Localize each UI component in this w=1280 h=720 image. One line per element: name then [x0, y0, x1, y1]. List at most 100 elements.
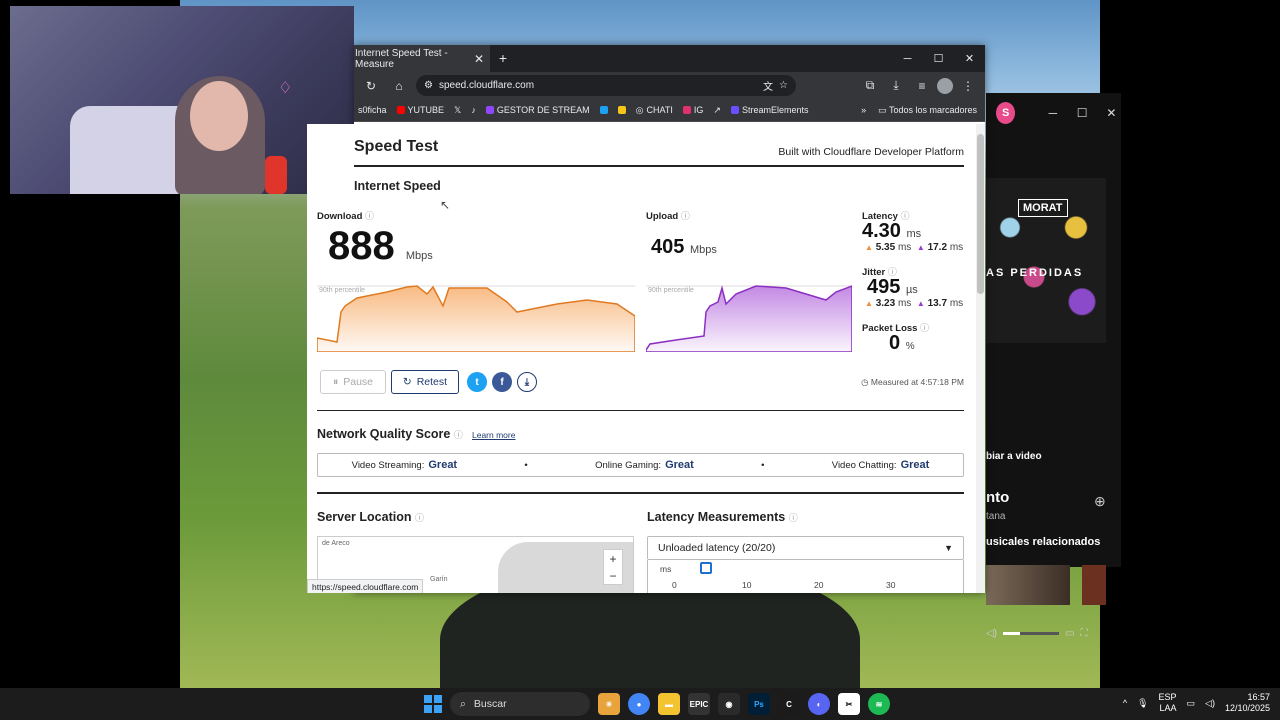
- packet-loss-value: 0 %: [889, 332, 915, 354]
- more-bookmarks-icon[interactable]: »: [861, 105, 866, 116]
- nqs-heading: Network Quality Score ⓘ: [317, 427, 463, 441]
- axis-tick: 30: [886, 580, 896, 590]
- volume-icon[interactable]: ◁): [1205, 698, 1215, 709]
- bookmark-item[interactable]: [617, 106, 626, 114]
- download-value: 888 Mbps: [328, 224, 433, 268]
- latency-loaded: ▲ 5.35 ms ▲ 17.2 ms: [865, 242, 964, 253]
- minimize-icon[interactable]: ─: [1043, 106, 1062, 120]
- all-bookmarks[interactable]: ▭ Todos los marcadores: [878, 105, 977, 116]
- bookmark-item[interactable]: s0ficha: [358, 105, 387, 115]
- learn-more-link[interactable]: Learn more: [472, 430, 515, 440]
- tab-close-icon[interactable]: ✕: [474, 52, 484, 66]
- file-explorer-icon[interactable]: ▬: [658, 693, 680, 715]
- bookmark-item[interactable]: ◎ CHATI: [636, 105, 673, 116]
- scroll-thumb[interactable]: [977, 134, 984, 294]
- x-bookmark-icon[interactable]: 𝕏: [454, 105, 461, 116]
- chevron-up-icon[interactable]: ^: [1123, 698, 1127, 708]
- jitter-loaded: ▲ 3.23 ms ▲ 13.7 ms: [865, 298, 964, 309]
- bookmark-item[interactable]: [599, 106, 608, 114]
- download-results-icon[interactable]: ⤓: [517, 372, 537, 392]
- app-c-icon[interactable]: C: [778, 693, 800, 715]
- album-title: AS PERDIDAS: [986, 267, 1084, 279]
- related-video-thumb[interactable]: [1082, 565, 1106, 605]
- spotify-titlebar: S ─ ☐ ✕: [986, 93, 1121, 133]
- latency-value: 4.30 ms: [862, 220, 922, 242]
- maximize-icon[interactable]: ☐: [1073, 106, 1092, 120]
- chevron-down-icon: ▼: [944, 543, 953, 553]
- measured-at: ◷ Measured at 4:57:18 PM: [861, 377, 964, 387]
- upload-value: 405 Mbps: [651, 236, 717, 258]
- capcut-icon[interactable]: ✂: [838, 693, 860, 715]
- zoom-in-icon[interactable]: +: [609, 552, 616, 566]
- taskbar: ⌕ Buscar ☀ ● ▬ EPIC ◉ Ps C ◐ ✂ ≋ ^ 🎙 ESP L…: [0, 688, 1280, 720]
- bookmark-item[interactable]: YUTUBE: [396, 105, 444, 115]
- taskbar-search[interactable]: ⌕ Buscar: [450, 692, 590, 716]
- chart-bookmark-icon[interactable]: ↗: [713, 105, 721, 116]
- bookmark-item[interactable]: GESTOR DE STREAM: [485, 105, 590, 115]
- microphone-icon[interactable]: 🎙: [1137, 698, 1148, 709]
- menu-icon[interactable]: ⋮: [957, 79, 979, 93]
- volume-slider[interactable]: [1003, 631, 1060, 635]
- latency-type-select[interactable]: Unloaded latency (20/20) ▼: [647, 536, 964, 560]
- new-tab-icon[interactable]: +: [490, 45, 516, 72]
- related-video-thumb[interactable]: [986, 565, 1070, 605]
- maximize-icon[interactable]: ☐: [923, 52, 954, 65]
- bookmark-item[interactable]: IG: [682, 105, 703, 115]
- chrome-icon[interactable]: ●: [628, 693, 650, 715]
- network-icon[interactable]: ▭: [1187, 698, 1196, 709]
- translate-icon[interactable]: 文: [763, 78, 773, 93]
- pause-button[interactable]: ⏸ Pause: [320, 370, 386, 394]
- nqs-item: Video Streaming: Great: [351, 459, 458, 471]
- obs-icon[interactable]: ◉: [718, 693, 740, 715]
- switch-to-video-button[interactable]: biar a video: [986, 451, 1042, 462]
- search-icon: ⌕: [460, 697, 466, 710]
- bookmark-star-icon[interactable]: ☆: [779, 80, 796, 91]
- site-info-icon[interactable]: ⚙: [424, 80, 433, 91]
- photoshop-icon[interactable]: Ps: [748, 693, 770, 715]
- close-icon[interactable]: ✕: [954, 52, 985, 65]
- track-artist[interactable]: tana: [986, 511, 1005, 522]
- weather-widget-icon[interactable]: ☀: [598, 693, 620, 715]
- media-icon[interactable]: ≡: [911, 79, 933, 93]
- address-bar[interactable]: ⚙ speed.cloudflare.com 文 ☆: [416, 75, 796, 96]
- clock[interactable]: 16:57 12/10/2025: [1225, 692, 1270, 714]
- separator-dot: •: [761, 459, 765, 471]
- pause-icon: ⏸: [332, 375, 339, 388]
- download-icon[interactable]: ⤓: [885, 78, 907, 93]
- spotify-icon[interactable]: ≋: [868, 693, 890, 715]
- discord-icon[interactable]: ◐: [808, 693, 830, 715]
- info-icon: ⓘ: [920, 323, 930, 333]
- mouse-cursor-icon: ↖: [440, 198, 451, 212]
- tiktok-bookmark-icon[interactable]: ♪: [471, 105, 476, 115]
- extensions-icon[interactable]: ⧉: [859, 78, 881, 93]
- volume-icon[interactable]: ◁): [986, 628, 997, 639]
- chati-icon: ◎: [635, 104, 644, 115]
- zoom-out-icon[interactable]: −: [609, 569, 616, 583]
- reload-icon[interactable]: ↻: [360, 79, 382, 93]
- language-indicator[interactable]: ESP LAA: [1159, 692, 1177, 714]
- close-icon[interactable]: ✕: [1102, 106, 1121, 120]
- twitter-share-icon[interactable]: t: [467, 372, 487, 392]
- track-title[interactable]: nto: [986, 489, 1009, 506]
- tab-speedtest[interactable]: Internet Speed Test - Measure ✕: [354, 45, 490, 72]
- bookmark-item[interactable]: StreamElements: [730, 105, 808, 115]
- page-scrollbar[interactable]: [976, 124, 985, 593]
- facebook-share-icon[interactable]: f: [492, 372, 512, 392]
- nqs-box: Video Streaming: Great • Online Gaming: Gr…: [317, 453, 964, 477]
- retest-button[interactable]: ↻ Retest: [391, 370, 459, 394]
- built-with-link[interactable]: Built with Cloudflare Developer Platform: [778, 146, 964, 158]
- epic-games-icon[interactable]: EPIC: [688, 693, 710, 715]
- divider: [354, 165, 964, 167]
- home-icon[interactable]: ⌂: [388, 79, 410, 93]
- minimize-icon[interactable]: ─: [892, 53, 923, 65]
- browser-toolbar: ↻ ⌂ ⚙ speed.cloudflare.com 文 ☆ ⧉ ⤓ ≡ ⋮: [354, 72, 985, 99]
- fullscreen-icon[interactable]: ⛶: [1080, 628, 1087, 639]
- axis-tick: 20: [814, 580, 824, 590]
- nqs-item: Online Gaming: Great: [595, 459, 694, 471]
- profile-avatar[interactable]: [937, 77, 953, 94]
- miniplayer-icon[interactable]: ▭: [1065, 628, 1074, 639]
- start-icon[interactable]: [424, 695, 442, 713]
- webcam-overlay: ♢: [10, 6, 354, 194]
- add-icon[interactable]: ⊕: [1094, 493, 1106, 510]
- spotify-avatar[interactable]: S: [996, 102, 1016, 124]
